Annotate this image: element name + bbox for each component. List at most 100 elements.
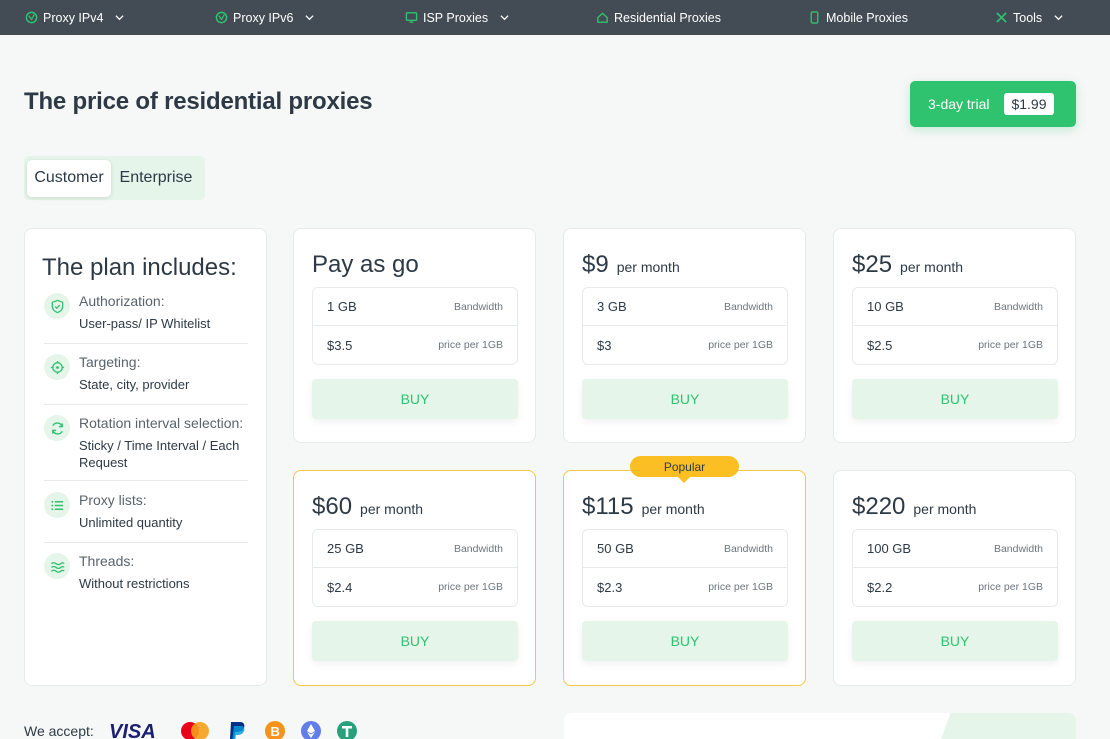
monitor-icon — [404, 11, 418, 25]
nav-item-isp-proxies[interactable]: ISP Proxies — [404, 0, 509, 35]
feature-item: Targeting: State, city, provider — [44, 354, 248, 405]
bandwidth-label: Bandwidth — [993, 542, 1043, 555]
feature-value: State, city, provider — [79, 377, 190, 392]
smartphone-icon — [807, 11, 821, 25]
top-navigation: Proxy IPv4 Proxy IPv6 ISP Proxies Reside… — [0, 0, 1110, 35]
plan-details: 1 GB Bandwidth $3.5 price per 1GB — [312, 287, 518, 365]
bandwidth-label: Bandwidth — [723, 300, 773, 313]
bandwidth-value: 50 GB — [597, 541, 634, 556]
bandwidth-row: 10 GB Bandwidth — [853, 288, 1057, 326]
feature-item: Rotation interval selection: Sticky / Ti… — [44, 415, 248, 481]
decorative-shape — [936, 713, 1076, 739]
trial-price: $1.99 — [1004, 93, 1054, 115]
price-per-gb-value: $3 — [597, 337, 612, 353]
nav-item-label: Proxy IPv4 — [43, 10, 104, 25]
plan-card: $9 per month 3 GB Bandwidth $3 price per… — [563, 228, 806, 443]
price-per-gb-row: $2.2 price per 1GB — [853, 568, 1057, 606]
chevron-down-icon — [305, 13, 314, 22]
buy-button[interactable]: BUY — [312, 621, 518, 661]
tether-icon — [336, 720, 358, 739]
feature-label: Proxy lists: — [79, 492, 147, 508]
bandwidth-row: 1 GB Bandwidth — [313, 288, 517, 326]
plan-details: 3 GB Bandwidth $3 price per 1GB — [582, 287, 788, 365]
price-per-gb-row: $3.5 price per 1GB — [313, 326, 517, 364]
bandwidth-label: Bandwidth — [453, 300, 503, 313]
bandwidth-row: 3 GB Bandwidth — [583, 288, 787, 326]
price-per-gb-label: price per 1GB — [438, 581, 503, 593]
nav-item-tools[interactable]: Tools — [994, 0, 1063, 35]
bandwidth-label: Bandwidth — [453, 542, 503, 555]
buy-button[interactable]: BUY — [852, 379, 1058, 419]
buy-button[interactable]: BUY — [582, 379, 788, 419]
plan-period: per month — [360, 501, 424, 517]
ethereum-icon — [300, 720, 322, 739]
bandwidth-row: 100 GB Bandwidth — [853, 530, 1057, 568]
nav-item-mobile-proxies[interactable]: Mobile Proxies — [807, 0, 908, 35]
feature-value: Sticky / Time Interval / Each Request — [79, 438, 240, 470]
feature-label: Threads: — [79, 553, 135, 569]
target-icon — [44, 354, 70, 380]
price-per-gb-row: $2.3 price per 1GB — [583, 568, 787, 606]
paypal-logo — [226, 720, 250, 739]
chevron-down-icon — [1054, 13, 1063, 22]
feature-label: Rotation interval selection: — [79, 415, 244, 431]
price-per-gb-label: price per 1GB — [708, 339, 773, 351]
visa-logo: VISA — [108, 721, 164, 739]
plan-header: Pay as go — [312, 251, 427, 279]
feature-item: Authorization: User-pass/ IP Whitelist — [44, 293, 248, 344]
feature-item: Proxy lists: Unlimited quantity — [44, 492, 248, 543]
bottom-card-partial — [564, 713, 1076, 739]
nav-item-label: Residential Proxies — [614, 10, 721, 25]
plan-header: $220 per month — [852, 493, 976, 521]
waves-icon — [44, 553, 70, 579]
feature-item: Threads: Without restrictions — [44, 553, 248, 604]
price-per-gb-label: price per 1GB — [978, 339, 1043, 351]
nav-item-label: Mobile Proxies — [826, 10, 908, 25]
features-title: The plan includes: — [42, 254, 237, 281]
shield-check-icon — [44, 293, 70, 319]
price-per-gb-row: $3 price per 1GB — [583, 326, 787, 364]
plan-card: Pay as go 1 GB Bandwidth $3.5 price per … — [293, 228, 536, 443]
plan-period: per month — [913, 501, 977, 517]
feature-value: Unlimited quantity — [79, 515, 183, 530]
feature-value: User-pass/ IP Whitelist — [79, 316, 211, 331]
bitcoin-icon: B — [264, 720, 286, 739]
bandwidth-label: Bandwidth — [723, 542, 773, 555]
tab-enterprise[interactable]: Enterprise — [111, 160, 201, 197]
bandwidth-value: 3 GB — [597, 299, 627, 314]
plan-period: per month — [900, 259, 964, 275]
svg-text:B: B — [270, 724, 279, 739]
buy-button[interactable]: BUY — [582, 621, 788, 661]
plan-details: 100 GB Bandwidth $2.2 price per 1GB — [852, 529, 1058, 607]
nav-item-label: Proxy IPv6 — [233, 10, 294, 25]
bandwidth-row: 25 GB Bandwidth — [313, 530, 517, 568]
buy-button[interactable]: BUY — [312, 379, 518, 419]
plan-price: $115 — [582, 493, 634, 520]
plan-details: 50 GB Bandwidth $2.3 price per 1GB — [582, 529, 788, 607]
bandwidth-label: Bandwidth — [993, 300, 1043, 313]
nav-item-residential-proxies[interactable]: Residential Proxies — [595, 0, 721, 35]
mastercard-logo — [178, 721, 212, 739]
tab-customer[interactable]: Customer — [27, 159, 111, 197]
plan-card: $115 per month 50 GB Bandwidth $2.3 pric… — [563, 470, 806, 686]
feature-value: Without restrictions — [79, 576, 190, 591]
price-per-gb-value: $2.5 — [867, 337, 893, 353]
feature-label: Authorization: — [79, 293, 165, 309]
nav-item-proxy-ipv4[interactable]: Proxy IPv4 — [24, 0, 124, 35]
price-per-gb-value: $3.5 — [327, 337, 353, 353]
plan-features-card: The plan includes: Authorization: User-p… — [24, 228, 267, 686]
plan-details: 25 GB Bandwidth $2.4 price per 1GB — [312, 529, 518, 607]
page-title: The price of residential proxies — [24, 88, 373, 115]
trial-button[interactable]: 3-day trial $1.99 — [910, 81, 1076, 127]
bandwidth-row: 50 GB Bandwidth — [583, 530, 787, 568]
price-per-gb-row: $2.5 price per 1GB — [853, 326, 1057, 364]
price-per-gb-value: $2.3 — [597, 579, 623, 595]
nav-item-proxy-ipv6[interactable]: Proxy IPv6 — [214, 0, 314, 35]
feature-label: Targeting: — [79, 354, 141, 370]
plan-price: $25 — [852, 251, 893, 278]
buy-button[interactable]: BUY — [852, 621, 1058, 661]
chevron-down-icon — [115, 13, 124, 22]
plan-card: $25 per month 10 GB Bandwidth $2.5 price… — [833, 228, 1076, 443]
plan-price: Pay as go — [312, 251, 419, 278]
bandwidth-value: 25 GB — [327, 541, 364, 556]
